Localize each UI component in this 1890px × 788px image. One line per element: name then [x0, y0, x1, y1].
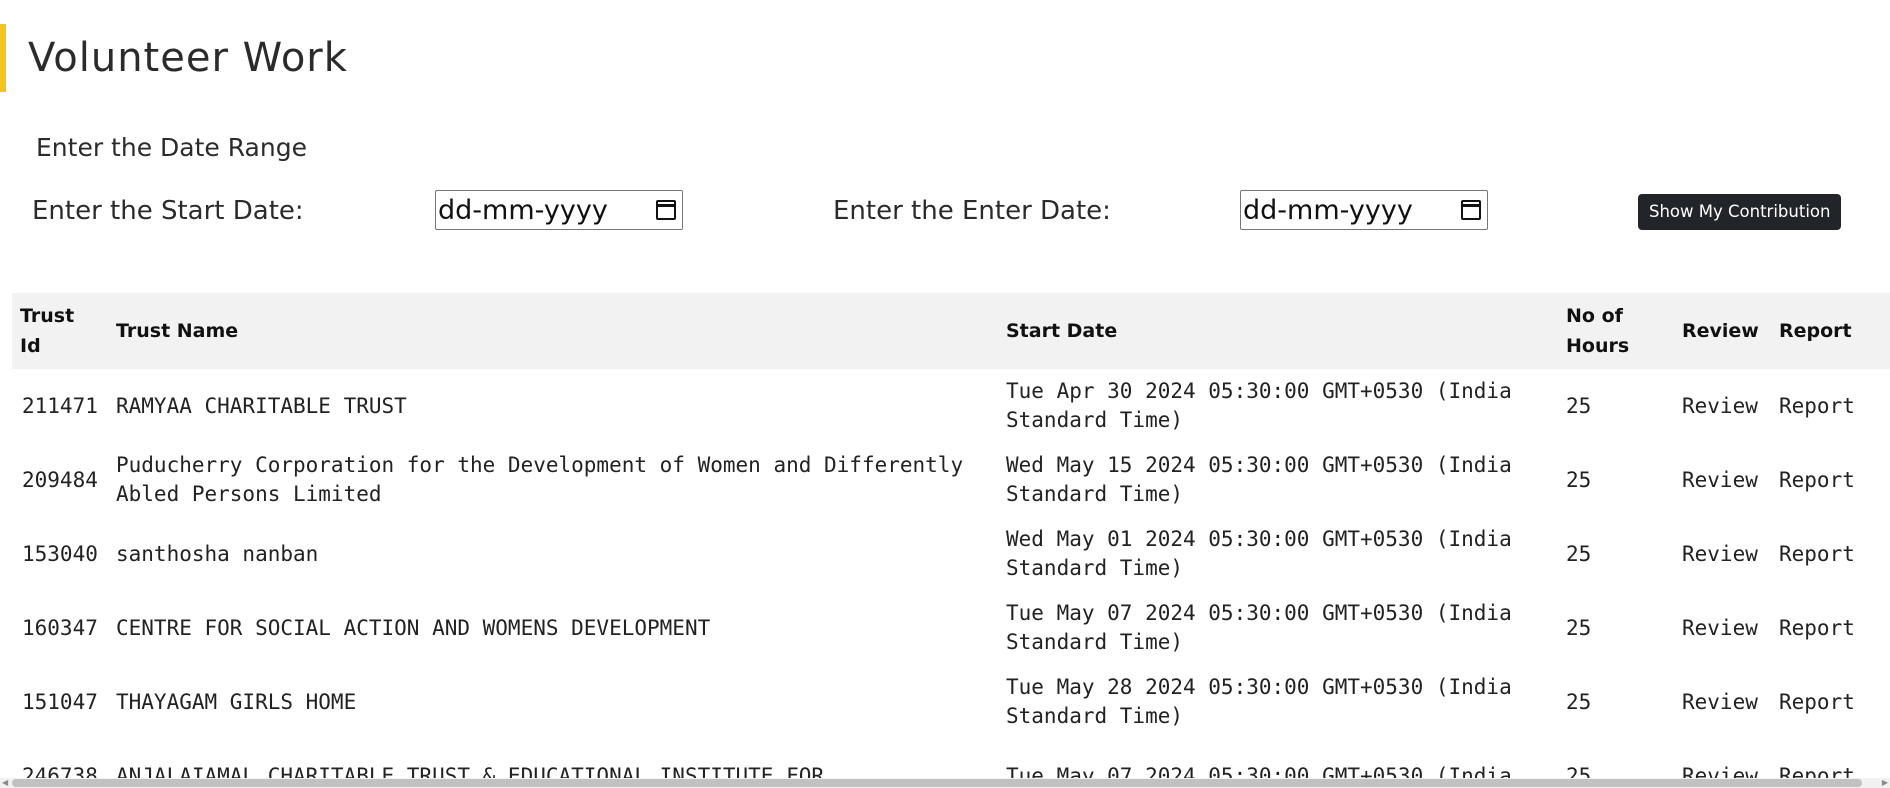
column-header-report: Report: [1779, 320, 1852, 342]
start-date-cell: Wed May 01 2024 05:30:00 GMT+0530 (India…: [1006, 527, 1512, 580]
review-link[interactable]: Review: [1674, 665, 1771, 739]
report-link[interactable]: Report: [1771, 443, 1890, 517]
trust-name-cell: santhosha nanban: [116, 541, 319, 566]
page: Volunteer Work Enter the Date Range Ente…: [0, 0, 1890, 788]
review-link[interactable]: Review: [1674, 517, 1771, 591]
start-date-cell: Tue May 07 2024 05:30:00 GMT+0530 (India…: [1006, 601, 1512, 654]
date-range-form: Enter the Start Date: dd-mm-yyyy Enter t…: [0, 190, 1890, 234]
end-date-input[interactable]: dd-mm-yyyy: [1240, 190, 1488, 230]
table-row: 209484 Puducherry Corporation for the De…: [12, 443, 1890, 517]
show-my-contribution-button[interactable]: Show My Contribution: [1638, 194, 1842, 230]
review-link[interactable]: Review: [1674, 369, 1771, 443]
trust-name-cell: CENTRE FOR SOCIAL ACTION AND WOMENS DEVE…: [116, 615, 711, 640]
column-header-hours: No of Hours: [1558, 293, 1674, 369]
column-header-review: Review: [1682, 320, 1759, 342]
table-row: 211471 RAMYAA CHARITABLE TRUST Tue Apr 3…: [12, 369, 1890, 443]
column-header-trust-id: Trust Id: [20, 305, 75, 357]
trust-name-cell: THAYAGAM GIRLS HOME: [116, 689, 357, 714]
hours-cell: 25: [1566, 541, 1592, 566]
trust-name-cell: RAMYAA CHARITABLE TRUST: [116, 393, 407, 418]
review-link[interactable]: Review: [1674, 739, 1771, 779]
hours-cell: 25: [1566, 393, 1592, 418]
hours-cell: 25: [1566, 615, 1592, 640]
report-link[interactable]: Report: [1771, 665, 1890, 739]
table-row: 246738 ANJALAIAMAL CHARITABLE TRUST & ED…: [12, 739, 1890, 779]
end-date-label: Enter the Enter Date:: [833, 196, 1111, 226]
page-title: Volunteer Work: [28, 35, 348, 81]
hours-header-line1: No of: [1566, 305, 1623, 327]
trust-id-cell: 209484: [22, 467, 98, 492]
start-date-cell: Tue May 07 2024 05:30:00 GMT+0530 (India: [1006, 763, 1512, 779]
date-range-heading: Enter the Date Range: [36, 133, 307, 162]
start-date-input[interactable]: dd-mm-yyyy: [435, 190, 683, 230]
trust-id-cell: 160347: [22, 615, 98, 640]
start-date-placeholder: dd-mm-yyyy: [438, 194, 608, 226]
trust-id-cell: 211471: [22, 393, 98, 418]
start-date-cell: Tue Apr 30 2024 05:30:00 GMT+0530 (India…: [1006, 379, 1512, 432]
hours-cell: 25: [1566, 689, 1592, 714]
contributions-table-container: Trust Id Trust Name Start Date No of Hour…: [12, 293, 1890, 778]
hours-header-line2: Hours: [1566, 335, 1630, 357]
column-header-trust-name: Trust Name: [116, 320, 239, 342]
table-row: 151047 THAYAGAM GIRLS HOME Tue May 28 20…: [12, 665, 1890, 739]
end-date-placeholder: dd-mm-yyyy: [1243, 194, 1413, 226]
trust-id-cell: 246738: [22, 763, 98, 779]
table-row: 153040 santhosha nanban Wed May 01 2024 …: [12, 517, 1890, 591]
table-header-row: Trust Id Trust Name Start Date No of Hour…: [12, 293, 1890, 369]
calendar-icon[interactable]: [656, 200, 676, 220]
horizontal-scrollbar[interactable]: ◀ ▶: [0, 778, 1890, 788]
scrollbar-thumb[interactable]: [12, 779, 1862, 787]
page-title-block: Volunteer Work: [0, 24, 348, 92]
review-link[interactable]: Review: [1674, 591, 1771, 665]
scroll-right-arrow-icon[interactable]: ▶: [1882, 778, 1888, 788]
calendar-icon[interactable]: [1461, 200, 1481, 220]
report-link[interactable]: Report: [1771, 517, 1890, 591]
scroll-left-arrow-icon[interactable]: ◀: [2, 778, 8, 788]
start-date-cell: Wed May 15 2024 05:30:00 GMT+0530 (India…: [1006, 453, 1512, 506]
trust-name-cell: ANJALAIAMAL CHARITABLE TRUST & EDUCATION…: [116, 763, 825, 779]
report-link[interactable]: Report: [1771, 591, 1890, 665]
trust-name-cell: Puducherry Corporation for the Developme…: [116, 453, 964, 506]
start-date-cell: Tue May 28 2024 05:30:00 GMT+0530 (India…: [1006, 675, 1512, 728]
report-link[interactable]: Report: [1771, 739, 1890, 779]
hours-cell: 25: [1566, 467, 1592, 492]
table-row: 160347 CENTRE FOR SOCIAL ACTION AND WOME…: [12, 591, 1890, 665]
report-link[interactable]: Report: [1771, 369, 1890, 443]
trust-id-cell: 151047: [22, 689, 98, 714]
contributions-table: Trust Id Trust Name Start Date No of Hour…: [12, 293, 1890, 778]
review-link[interactable]: Review: [1674, 443, 1771, 517]
hours-cell: 25: [1566, 763, 1592, 779]
start-date-label: Enter the Start Date:: [32, 196, 304, 226]
trust-id-cell: 153040: [22, 541, 98, 566]
column-header-start-date: Start Date: [1006, 320, 1118, 342]
